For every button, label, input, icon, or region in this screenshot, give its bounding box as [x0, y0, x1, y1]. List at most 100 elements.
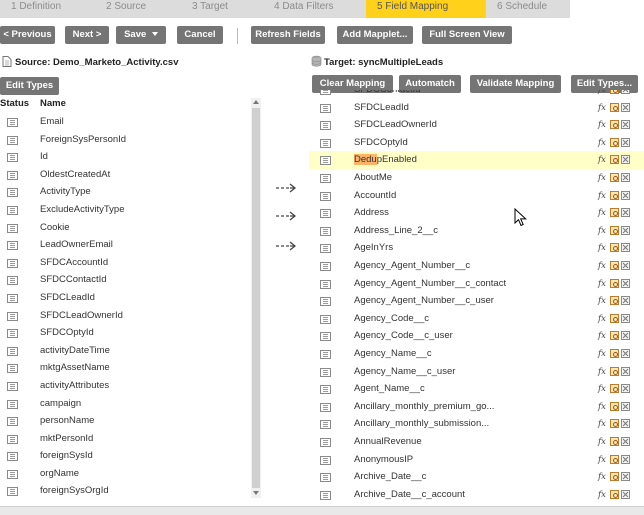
fx-icon[interactable]: fx: [598, 296, 608, 306]
target-field-row[interactable]: AnnualRevenue fx: [309, 433, 644, 451]
source-scrollbar[interactable]: [251, 98, 261, 498]
lookup-icon[interactable]: [610, 454, 619, 464]
target-field-row[interactable]: SFDCLeadOwnerId fx: [309, 116, 644, 134]
clear-icon[interactable]: [621, 489, 630, 499]
source-field-row[interactable]: orgName: [0, 465, 251, 483]
clear-icon[interactable]: [621, 419, 630, 429]
fx-icon[interactable]: fx: [598, 331, 608, 341]
clear-icon[interactable]: [621, 155, 630, 165]
clear-icon[interactable]: [621, 349, 630, 358]
source-edit-types-button[interactable]: Edit Types: [0, 77, 59, 95]
target-field-row[interactable]: Address_Line_2__c fx: [309, 222, 644, 240]
target-field-row[interactable]: Agency_Agent_Number__c fx: [309, 257, 644, 275]
full-screen-view-button[interactable]: Full Screen View: [422, 26, 512, 44]
fx-icon[interactable]: fx: [598, 455, 608, 465]
target-field-row[interactable]: Agency_Agent_Number__c_contact fx: [309, 275, 644, 293]
fx-icon[interactable]: fx: [598, 261, 608, 271]
name-column-header[interactable]: Name: [40, 98, 66, 109]
lookup-icon[interactable]: [610, 208, 619, 218]
target-field-row[interactable]: DedupEnabled fx: [309, 151, 644, 169]
lookup-icon[interactable]: [610, 489, 619, 499]
source-field-row[interactable]: SFDCAccountId: [0, 254, 251, 272]
fx-icon[interactable]: fx: [598, 90, 608, 95]
target-field-row[interactable]: AboutMe fx: [309, 169, 644, 187]
lookup-icon[interactable]: [610, 225, 619, 235]
lookup-icon[interactable]: [610, 155, 619, 165]
source-field-row[interactable]: ActivityType: [0, 183, 251, 201]
source-field-row[interactable]: SFDCContactId: [0, 271, 251, 289]
target-field-row[interactable]: SFDCContactId fx: [309, 90, 644, 99]
source-field-row[interactable]: personName: [0, 412, 251, 430]
lookup-icon[interactable]: [610, 261, 619, 270]
source-field-row[interactable]: SFDCOptyId: [0, 324, 251, 342]
clear-icon[interactable]: [621, 454, 630, 464]
target-field-row[interactable]: AgeInYrs fx: [309, 239, 644, 257]
clear-icon[interactable]: [621, 401, 630, 411]
clear-icon[interactable]: [621, 120, 630, 130]
step-source[interactable]: 2 Source: [95, 0, 181, 18]
lookup-icon[interactable]: [610, 90, 619, 94]
clear-icon[interactable]: [621, 190, 630, 200]
source-field-row[interactable]: OldestCreatedAt: [0, 166, 251, 184]
clear-icon[interactable]: [621, 313, 630, 323]
fx-icon[interactable]: fx: [598, 419, 608, 429]
clear-icon[interactable]: [621, 173, 630, 182]
fx-icon[interactable]: fx: [598, 191, 608, 201]
clear-icon[interactable]: [621, 472, 630, 482]
step-field-mapping[interactable]: 5 Field Mapping: [366, 0, 486, 18]
source-field-row[interactable]: foreignSysId: [0, 447, 251, 465]
source-field-row[interactable]: Cookie: [0, 219, 251, 237]
source-field-row[interactable]: foreignSysOrgId: [0, 482, 251, 500]
target-field-row[interactable]: Agency_Code__c_user fx: [309, 327, 644, 345]
lookup-icon[interactable]: [610, 472, 619, 482]
lookup-icon[interactable]: [610, 437, 619, 446]
clear-icon[interactable]: [621, 261, 630, 270]
target-field-row[interactable]: Agency_Name__c_user fx: [309, 363, 644, 381]
fx-icon[interactable]: fx: [598, 384, 608, 394]
source-field-row[interactable]: SFDCLeadId: [0, 289, 251, 307]
target-field-row[interactable]: Agent_Name__c fx: [309, 380, 644, 398]
target-field-row[interactable]: AnonymousIP fx: [309, 451, 644, 469]
step-schedule[interactable]: 6 Schedule: [486, 0, 570, 18]
clear-icon[interactable]: [621, 137, 630, 147]
target-field-row[interactable]: Agency_Name__c fx: [309, 345, 644, 363]
previous-button[interactable]: < Previous: [0, 26, 55, 44]
clear-icon[interactable]: [621, 296, 630, 306]
lookup-icon[interactable]: [610, 349, 619, 358]
fx-icon[interactable]: fx: [598, 490, 608, 500]
lookup-icon[interactable]: [610, 173, 619, 182]
next-button[interactable]: Next >: [65, 26, 109, 44]
step-definition[interactable]: 1 Definition: [0, 0, 95, 18]
clear-icon[interactable]: [621, 90, 630, 94]
add-mapplet-button[interactable]: Add Mapplet...: [337, 26, 413, 44]
source-field-row[interactable]: ExcludeActivityType: [0, 201, 251, 219]
fx-icon[interactable]: fx: [598, 437, 608, 447]
refresh-fields-button[interactable]: Refresh Fields: [251, 26, 325, 44]
fx-icon[interactable]: fx: [598, 120, 608, 130]
source-field-row[interactable]: mktgAssetName: [0, 359, 251, 377]
lookup-icon[interactable]: [610, 419, 619, 429]
clear-icon[interactable]: [621, 102, 630, 112]
source-field-row[interactable]: Id: [0, 148, 251, 166]
status-column-header[interactable]: Status: [0, 98, 29, 109]
lookup-icon[interactable]: [610, 243, 619, 253]
lookup-icon[interactable]: [610, 120, 619, 130]
fx-icon[interactable]: fx: [598, 243, 608, 253]
fx-icon[interactable]: fx: [598, 367, 608, 377]
save-button[interactable]: Save: [116, 26, 166, 44]
target-field-row[interactable]: Ancillary_monthly_premium_go... fx: [309, 398, 644, 416]
fx-icon[interactable]: fx: [598, 402, 608, 412]
clear-icon[interactable]: [621, 384, 630, 394]
source-field-row[interactable]: mktPersonId: [0, 430, 251, 448]
lookup-icon[interactable]: [610, 313, 619, 323]
lookup-icon[interactable]: [610, 278, 619, 288]
step-data-filters[interactable]: 4 Data Filters: [263, 0, 366, 18]
target-field-row[interactable]: AccountId fx: [309, 187, 644, 205]
target-field-row[interactable]: Address fx: [309, 204, 644, 222]
clear-icon[interactable]: [621, 366, 630, 376]
lookup-icon[interactable]: [610, 384, 619, 394]
target-field-row[interactable]: Archive_Date__c_account fx: [309, 486, 644, 503]
fx-icon[interactable]: fx: [598, 314, 608, 324]
step-target[interactable]: 3 Target: [181, 0, 263, 18]
fx-icon[interactable]: fx: [598, 103, 608, 113]
